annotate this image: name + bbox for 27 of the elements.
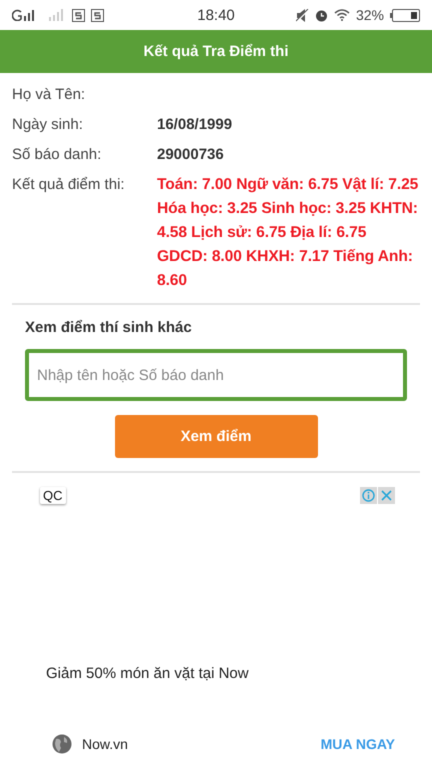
ad-badge: QC: [40, 487, 66, 504]
ad-headline: Giảm 50% món ăn vặt tại Now: [45, 665, 250, 682]
field-label: Họ và Tên:: [12, 85, 86, 105]
notification-icon: [91, 8, 104, 22]
advertiser-site: Now.vn: [82, 736, 129, 752]
score-results: Toán: 7.00 Ngữ văn: 6.75 Vật lí: 7.25 Hóa học: 3.25 Sinh học: 3.25 KHTN: 4.58 Lịch sử: 6.75 Địa lí: 6.75 GDCD: 8.00 KHXH: 7.17 Tiếng Anh: 8.60: [157, 175, 420, 291]
field-label: Kết quả điểm thi:: [12, 175, 126, 195]
alarm-icon: [314, 8, 328, 22]
notification-icon: [72, 8, 85, 22]
field-value: 29000736: [157, 145, 224, 165]
battery-icon: [390, 8, 420, 22]
field-label: Số báo danh:: [12, 145, 102, 165]
clock: 18:40: [197, 6, 235, 24]
field-value: 16/08/1999: [157, 115, 232, 135]
buy-now-link[interactable]: MUA NGAY: [320, 736, 395, 752]
wifi-icon: [334, 9, 350, 21]
globe-icon: [52, 734, 72, 754]
close-icon[interactable]: [378, 487, 395, 504]
field-label: Ngày sinh:: [12, 115, 84, 135]
search-field[interactable]: Nhập tên hoặc Số báo danh: [25, 349, 407, 401]
battery-percent: 32%: [356, 7, 384, 23]
view-score-button[interactable]: Xem điểm: [114, 415, 318, 458]
mute-icon: [296, 8, 309, 22]
info-icon[interactable]: [360, 487, 377, 504]
section-title: Xem điểm thí sinh khác: [25, 319, 193, 336]
signal-icon: [48, 9, 66, 21]
page-title: Kết quả Tra Điểm thi: [143, 43, 289, 60]
